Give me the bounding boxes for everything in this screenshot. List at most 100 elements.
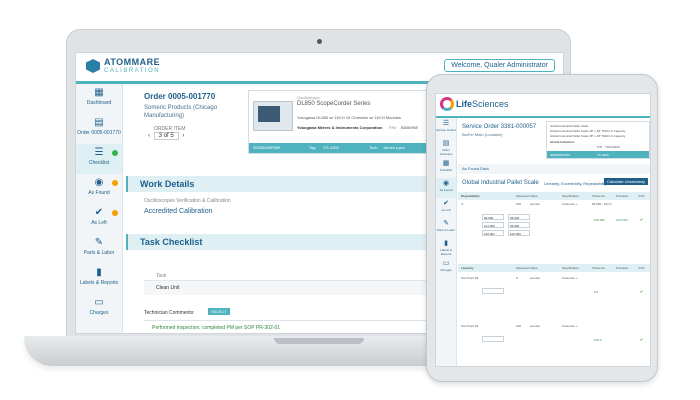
specification: Customer +	[562, 324, 578, 328]
reading-input[interactable]: 99.000	[508, 222, 530, 228]
check-circle-icon: ✔	[94, 207, 104, 218]
calculate-uncertainty-button[interactable]: Calculate Uncertainty	[603, 178, 648, 185]
sidebar-item-parts-labor[interactable]: ✎ Parts & Labor	[76, 234, 122, 264]
money-icon: ▭	[94, 297, 104, 308]
sidebar-item-label: Charges	[440, 268, 452, 272]
sidebar-item-as-left[interactable]: ✔ As Left	[76, 204, 122, 234]
as-found-bar: As Found Data	[458, 164, 650, 174]
tablet-sidebar-order-overview[interactable]: ▤ Order Overview	[436, 138, 456, 158]
sidebar-item-order[interactable]: ▤ Order 0005-001770	[76, 114, 122, 144]
col-header: CV%	[638, 194, 645, 198]
reading-input[interactable]: 99.000	[482, 214, 504, 220]
strip-tag: TK-4639	[597, 153, 609, 157]
warning-badge-icon	[112, 180, 118, 186]
welcome-user-button[interactable]: Welcome, Qualer Administrator	[444, 59, 555, 72]
sidebar-item-label: Dashboard	[86, 100, 112, 106]
eye-icon: ◉	[94, 177, 104, 188]
sidebar-item-charges[interactable]: ▭ Charges	[76, 294, 122, 324]
product-pn: TMX34209	[605, 145, 620, 149]
measured-value: 0	[516, 276, 518, 280]
comments-select-button[interactable]: SELECT	[208, 308, 230, 315]
strip-serial: 000000054345	[550, 153, 571, 157]
prev-item-icon[interactable]: ‹	[148, 133, 150, 139]
check-circle-icon: ✔	[443, 200, 449, 207]
tablet-sidebar-as-found[interactable]: ◉ As Found	[436, 178, 456, 198]
sidebar-item-label: As Found	[88, 190, 110, 196]
grid-icon: ▦	[442, 160, 450, 167]
col-header: Measured Value	[516, 194, 538, 198]
lifesciences-logo-icon	[440, 97, 454, 111]
order-client[interactable]: Someric Products (Chicago Manufacturing)	[144, 104, 234, 120]
reading-input[interactable]: 99.003	[508, 214, 530, 220]
scale-subtitle: Linearity, Eccentricity, Repeatability	[544, 181, 607, 186]
brand-name: ATOMMARE	[104, 57, 161, 67]
grid-icon: ▦	[94, 87, 104, 98]
item-position: 3 of 5	[153, 132, 179, 140]
tablet-order-client[interactable]: BioFer Main (Location)	[462, 132, 502, 137]
sidebar-item-label: Parts & Labor	[436, 228, 456, 232]
pass-check-icon: ✔	[640, 337, 644, 342]
test-point: Test Point #1	[461, 324, 479, 328]
sidebar-item-as-found[interactable]: ◉ As Found	[76, 174, 122, 204]
tablet-header: LifeSciences	[436, 94, 650, 118]
reading-input[interactable]: 101.000	[482, 222, 504, 228]
wrench-icon: ✎	[94, 237, 104, 248]
tolerance: 99.000 - 101.0	[592, 202, 612, 206]
sidebar-item-label: Labels & Reports	[440, 248, 452, 256]
work-type: Accredited Calibration	[144, 208, 213, 215]
tablet-sidebar-charges[interactable]: ▭ Charges	[436, 258, 456, 278]
sidebar-item-labels-reports[interactable]: ▮ Labels & Reports	[76, 264, 122, 294]
tablet-screen: LifeSciences ☰ Service Orders ▤ Order Over…	[435, 93, 651, 367]
reading-input[interactable]	[482, 336, 504, 342]
col-header: Specification	[562, 194, 580, 198]
product-pn: B8069NE	[401, 125, 419, 130]
specification: Customer +	[562, 276, 578, 280]
product-manufacturer: Yokogawa Meters & Instruments Corporatio…	[297, 125, 383, 130]
reading-input[interactable]	[482, 288, 504, 294]
precision-result: 100.000	[594, 218, 605, 222]
pass-check-icon: ✔	[640, 217, 644, 222]
col-header: Linearity	[461, 266, 474, 270]
measured-value: 100	[516, 324, 522, 328]
tablet-sidebar: ☰ Service Orders ▤ Order Overview ▦ Checkli…	[436, 118, 457, 366]
reading-input[interactable]: 100.001	[482, 230, 504, 236]
list-icon: ☰	[442, 120, 450, 127]
work-description: Oscilloscopes Verification & Calibration	[144, 198, 231, 204]
test-point: Test Point #6	[461, 276, 479, 280]
next-item-icon[interactable]: ›	[182, 133, 184, 139]
product-pn-label: P/N	[597, 145, 603, 149]
document-icon: ▤	[442, 140, 450, 147]
tablet-sidebar-as-left[interactable]: ✔ As Left	[436, 198, 456, 218]
sidebar-item-label: Parts & Labor	[83, 250, 115, 256]
col-header: Tolerance	[592, 194, 606, 198]
sidebar-item-label: As Found	[439, 188, 453, 192]
sidebar-item-label: Checklist	[439, 168, 453, 172]
comments-label: Technician Comments:	[144, 310, 195, 316]
sidebar-item-label: As Left	[441, 208, 451, 212]
wrench-icon: ✎	[443, 220, 449, 227]
warning-badge-icon	[112, 210, 118, 216]
tablet-sidebar-checklist[interactable]: ▦ Checklist	[436, 158, 456, 178]
tech-value: James Lynd	[383, 145, 405, 150]
check-badge-icon	[112, 150, 118, 156]
sidebar-item-dashboard[interactable]: ▦ Dashboard	[76, 84, 122, 114]
product-category: Oscilloscope	[297, 95, 320, 100]
sidebar-item-label: Order 0005-001770	[77, 130, 121, 136]
linearity-result: 100.0	[594, 338, 602, 342]
tablet-sidebar-labels-reports[interactable]: ▮ Labels & Reports	[436, 238, 456, 258]
col-header: Tolerance	[592, 266, 606, 270]
tablet-sidebar-service-orders[interactable]: ☰ Service Orders	[436, 118, 456, 138]
sidebar-item-checklist[interactable]: ☰ Checklist	[76, 144, 122, 174]
reading-input[interactable]: 100.000	[508, 230, 530, 236]
unit: pounds	[530, 324, 540, 328]
sidebar-item-label: As Left	[91, 220, 107, 226]
unit: pounds	[530, 202, 540, 206]
file-icon: ▮	[444, 240, 448, 247]
tablet-sidebar-parts-labor[interactable]: ✎ Parts & Labor	[436, 218, 456, 238]
tablet-product-card: Global Industrial Pallet Scale Global In…	[546, 121, 650, 159]
file-icon: ▮	[96, 267, 102, 278]
tablet-brand: LifeSciences	[456, 99, 509, 109]
linearity-row: Test Point #6 0 pounds Customer +	[458, 276, 650, 286]
list-icon: ☰	[94, 147, 104, 158]
cv-result: 0.0774%	[616, 218, 628, 222]
